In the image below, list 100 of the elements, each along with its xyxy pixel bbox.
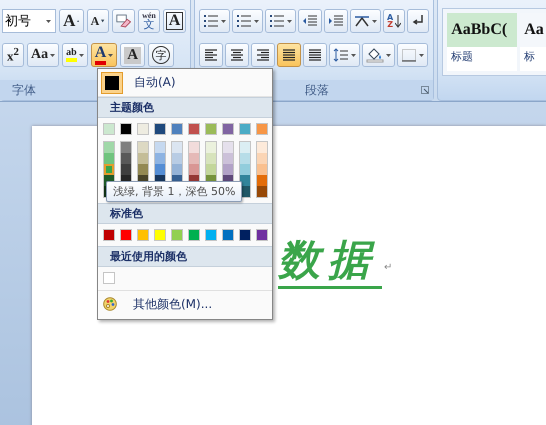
- color-swatch[interactable]: [188, 229, 200, 241]
- color-swatch[interactable]: [240, 153, 250, 164]
- palette-icon: [103, 297, 117, 311]
- color-swatch[interactable]: [138, 153, 148, 164]
- phonetic-button[interactable]: wén 文: [138, 9, 160, 33]
- color-swatch[interactable]: [223, 153, 233, 164]
- color-swatch[interactable]: [188, 123, 200, 135]
- indent-icon: [302, 14, 318, 28]
- list-icon: [269, 14, 285, 28]
- color-swatch[interactable]: [256, 229, 268, 241]
- color-swatch[interactable]: [239, 123, 251, 135]
- color-swatch[interactable]: [257, 186, 267, 197]
- multilevel-button[interactable]: [265, 9, 296, 33]
- right-button[interactable]: [251, 43, 275, 67]
- color-swatch[interactable]: [137, 123, 149, 135]
- style-tile[interactable]: Aa 标: [520, 13, 546, 71]
- color-swatch[interactable]: [240, 164, 250, 175]
- sort-button[interactable]: A Z: [383, 9, 406, 33]
- style-tile[interactable]: AaBbC( 标题: [447, 13, 518, 71]
- clear-button[interactable]: [112, 9, 135, 33]
- color-swatch[interactable]: [104, 164, 114, 175]
- color-swatch[interactable]: [155, 153, 165, 164]
- color-swatch[interactable]: [222, 123, 234, 135]
- color-swatch[interactable]: [189, 164, 199, 175]
- color-swatch[interactable]: [206, 153, 216, 164]
- indent-icon: [328, 14, 344, 28]
- color-swatch[interactable]: [240, 175, 250, 186]
- enclose-button[interactable]: 字: [148, 43, 174, 67]
- distributed-button[interactable]: [303, 43, 327, 67]
- caret-icon: [46, 20, 52, 22]
- color-swatch[interactable]: [205, 229, 217, 241]
- indent-button[interactable]: [324, 9, 348, 33]
- color-swatch[interactable]: [138, 142, 148, 153]
- list-icon: [236, 14, 252, 28]
- grow-button[interactable]: A: [59, 9, 84, 33]
- more-colors-item[interactable]: 其他颜色(M)...: [98, 290, 272, 317]
- color-swatch[interactable]: [239, 229, 251, 241]
- color-swatch[interactable]: [102, 72, 122, 92]
- color-swatch[interactable]: [104, 153, 114, 164]
- color-swatch[interactable]: [223, 164, 233, 175]
- outdent-button[interactable]: [298, 9, 322, 33]
- fill-button[interactable]: [362, 43, 395, 67]
- borders-button[interactable]: [397, 43, 428, 67]
- dialog-launcher-icon[interactable]: [421, 86, 430, 94]
- color-swatch[interactable]: [121, 164, 131, 175]
- border-button[interactable]: A: [162, 9, 186, 33]
- superscript-button[interactable]: x$^{2}$: [2, 43, 24, 67]
- color-swatch[interactable]: [205, 123, 217, 135]
- bullets-button[interactable]: [199, 9, 230, 33]
- caret-icon: [108, 54, 114, 56]
- color-swatch[interactable]: [257, 153, 267, 164]
- fontcolor-button[interactable]: A: [90, 43, 118, 67]
- color-swatch[interactable]: [206, 142, 216, 153]
- color-swatch[interactable]: [172, 142, 182, 153]
- color-swatch[interactable]: [206, 164, 216, 175]
- asian-button[interactable]: [350, 9, 381, 33]
- color-swatch[interactable]: [222, 229, 234, 241]
- color-swatch[interactable]: [154, 229, 166, 241]
- color-swatch[interactable]: [104, 142, 114, 153]
- highlight-button[interactable]: ab: [62, 43, 88, 67]
- left-button[interactable]: [199, 43, 223, 67]
- color-swatch[interactable]: [256, 123, 268, 135]
- tooltip: 浅绿, 背景 1，深色 50%: [106, 181, 242, 202]
- color-swatch[interactable]: [120, 229, 132, 241]
- color-swatch[interactable]: [103, 123, 115, 135]
- case-button[interactable]: Aa: [27, 43, 60, 67]
- color-swatch[interactable]: [154, 123, 166, 135]
- color-swatch[interactable]: [223, 142, 233, 153]
- color-swatch[interactable]: [103, 229, 115, 241]
- color-swatch[interactable]: [103, 272, 115, 284]
- color-swatch[interactable]: [138, 164, 148, 175]
- color-swatch[interactable]: [257, 142, 267, 153]
- color-swatch[interactable]: [172, 164, 182, 175]
- color-swatch[interactable]: [189, 153, 199, 164]
- color-swatch[interactable]: [172, 153, 182, 164]
- section-header: 最近使用的颜色: [98, 246, 272, 267]
- align-icon: [203, 48, 219, 62]
- marks-button[interactable]: [407, 9, 430, 33]
- shading-button[interactable]: A: [120, 43, 146, 67]
- center-button[interactable]: [225, 43, 249, 67]
- color-swatch[interactable]: [240, 142, 250, 153]
- color-swatch[interactable]: [171, 229, 183, 241]
- paint-bucket-icon: [366, 47, 384, 63]
- color-swatch[interactable]: [137, 229, 149, 241]
- color-swatch[interactable]: [121, 142, 131, 153]
- color-swatch[interactable]: [155, 164, 165, 175]
- color-swatch[interactable]: [189, 142, 199, 153]
- color-swatch[interactable]: [120, 123, 132, 135]
- color-swatch[interactable]: [257, 164, 267, 175]
- justify-button[interactable]: [277, 43, 301, 67]
- spacing-button[interactable]: [329, 43, 360, 67]
- font-size-field[interactable]: 初号: [2, 9, 56, 33]
- layout-icon: [354, 14, 370, 28]
- numbering-button[interactable]: [232, 9, 263, 33]
- align-icon: [255, 48, 271, 62]
- color-swatch[interactable]: [121, 153, 131, 164]
- color-swatch[interactable]: [155, 142, 165, 153]
- color-swatch[interactable]: [257, 175, 267, 186]
- shrink-button[interactable]: A: [86, 9, 109, 33]
- color-swatch[interactable]: [171, 123, 183, 135]
